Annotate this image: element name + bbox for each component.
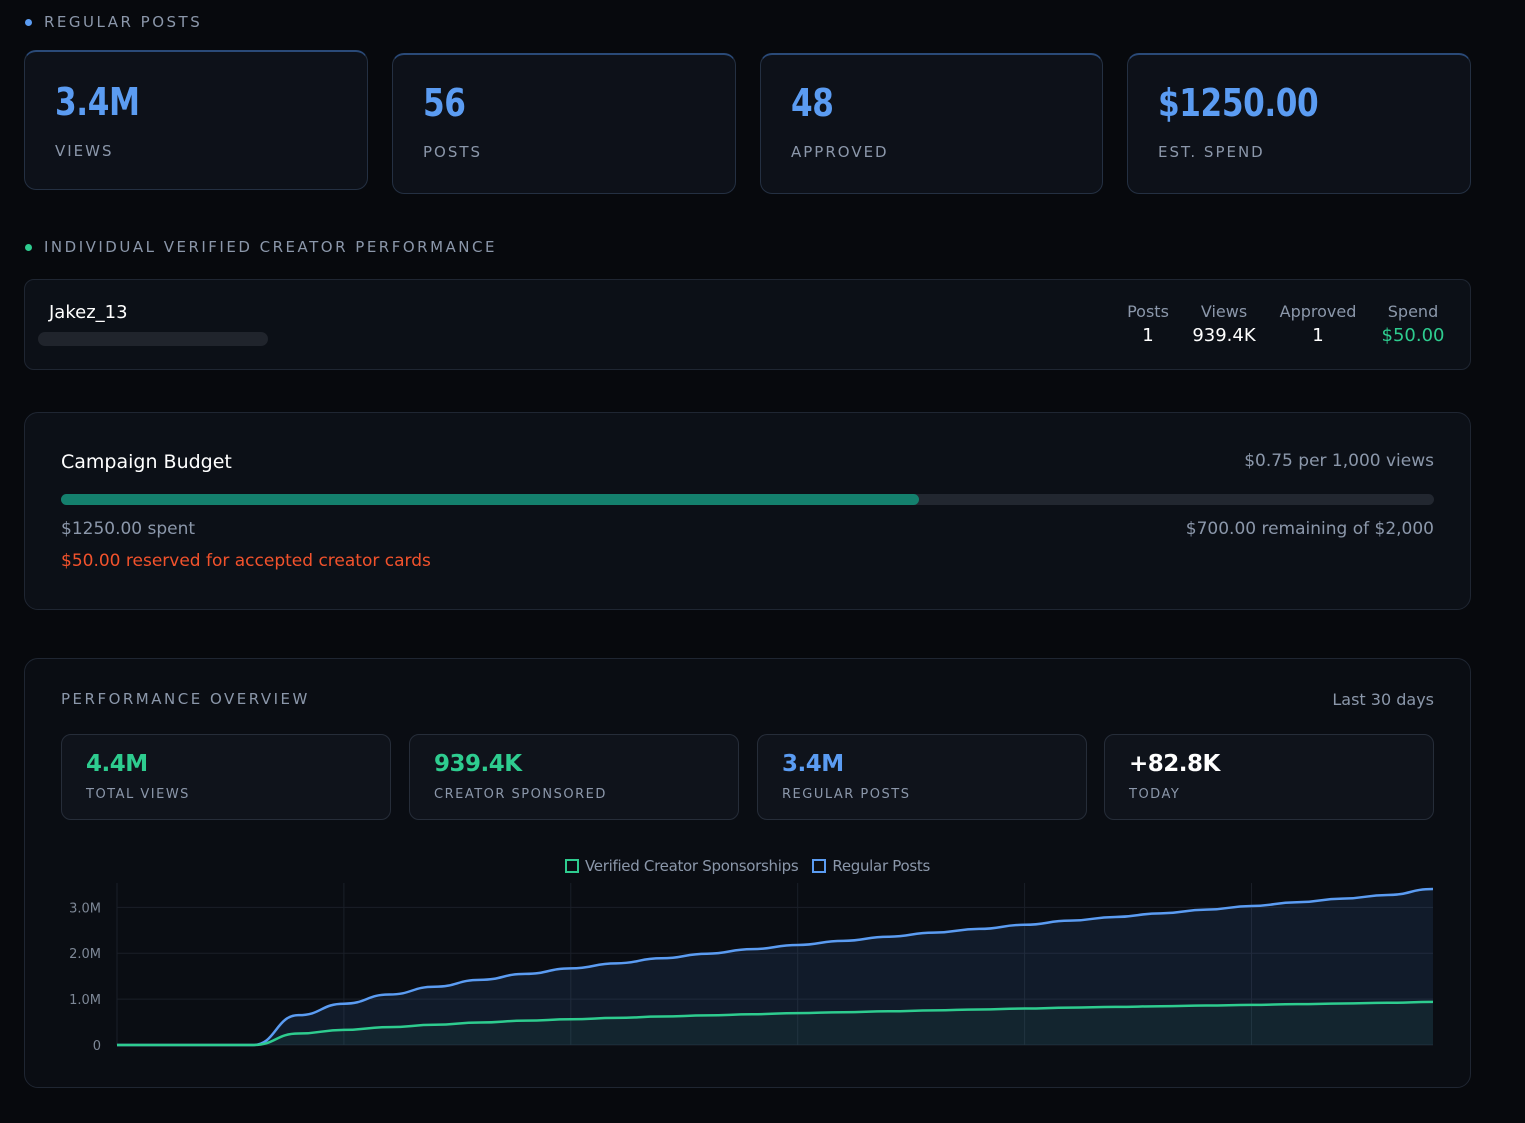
total-views-card: 4.4M TOTAL VIEWS [61,734,391,820]
creator-name[interactable]: Jakez_13 [49,302,128,323]
approved-value: 48 [791,81,834,125]
approved-label: APPROVED [791,143,889,161]
creator-approved-value: 1 [1312,325,1324,346]
creator-posts-value: 1 [1142,325,1154,346]
creator-sponsored-value: 939.4K [434,751,522,777]
posts-label: POSTS [423,143,483,161]
creator-views-stat: Views 939.4K [1189,302,1259,346]
posts-value: 56 [423,81,466,125]
regular-posts-section-label: REGULAR POSTS [25,13,202,31]
views-value: 3.4M [55,80,140,124]
today-value: +82.8K [1129,751,1220,777]
campaign-budget-panel: Campaign Budget $0.75 per 1,000 views $1… [24,412,1471,610]
y-tick-label: 0 [93,1039,101,1054]
creator-spend-stat: Spend $50.00 [1377,302,1449,346]
budget-progress-fill [61,494,920,505]
creator-spend-value: $50.00 [1381,325,1445,346]
est-spend-stat-card: $1250.00 EST. SPEND [1127,53,1471,194]
total-views-value: 4.4M [86,751,148,777]
regular-posts-label: REGULAR POSTS [782,787,911,802]
budget-title: Campaign Budget [61,451,232,473]
performance-overview-panel: PERFORMANCE OVERVIEW Last 30 days 4.4M T… [24,658,1471,1088]
y-tick-label: 2.0M [69,947,101,962]
approved-stat-card: 48 APPROVED [760,53,1103,194]
creator-posts-stat: Posts 1 [1125,302,1171,346]
budget-progress-track [61,494,1434,505]
creator-views-label: Views [1200,302,1248,321]
est-spend-value: $1250.00 [1158,81,1319,125]
performance-title: PERFORMANCE OVERVIEW [61,690,310,708]
legend-swatch-icon [812,859,827,873]
creator-row[interactable]: Jakez_13 Posts 1 Views 939.4K Approved 1… [24,279,1471,370]
views-label: VIEWS [55,142,114,160]
bullet-icon [25,18,32,26]
legend-label: Regular Posts [832,857,930,875]
y-tick-label: 1.0M [69,993,101,1008]
posts-stat-card: 56 POSTS [392,53,736,194]
creator-sponsored-label: CREATOR SPONSORED [434,787,607,802]
budget-reserved: $50.00 reserved for accepted creator car… [61,551,431,571]
today-label: TODAY [1129,787,1181,802]
creator-views-value: 939.4K [1192,325,1256,346]
views-area-chart: 0 1.0M 2.0M 3.0M [69,883,1434,1054]
y-tick-label: 3.0M [69,901,101,916]
regular-posts-value: 3.4M [782,751,844,777]
creator-spend-label: Spend [1387,302,1439,321]
chart-legend: Verified Creator Sponsorships Regular Po… [25,857,1470,875]
budget-spent: $1250.00 spent [61,519,196,539]
est-spend-label: EST. SPEND [1158,143,1265,161]
section-title: INDIVIDUAL VERIFIED CREATOR PERFORMANCE [44,238,497,256]
budget-remaining: $700.00 remaining of $2,000 [1185,519,1434,539]
creator-posts-label: Posts [1127,302,1169,321]
bullet-icon [25,243,32,251]
today-card: +82.8K TODAY [1104,734,1434,820]
section-title: REGULAR POSTS [44,13,203,31]
creator-approved-label: Approved [1279,302,1357,321]
creator-approved-stat: Approved 1 [1279,302,1357,346]
performance-range[interactable]: Last 30 days [1332,690,1434,709]
legend-swatch-icon [565,859,579,873]
legend-item-regular[interactable]: Regular Posts [812,857,930,875]
creator-sponsored-card: 939.4K CREATOR SPONSORED [409,734,739,820]
legend-item-verified[interactable]: Verified Creator Sponsorships [565,857,799,875]
creator-handle-redacted [38,332,268,346]
total-views-label: TOTAL VIEWS [86,787,190,802]
views-stat-card: 3.4M VIEWS [24,50,368,190]
legend-label: Verified Creator Sponsorships [585,857,799,875]
regular-posts-card: 3.4M REGULAR POSTS [757,734,1087,820]
creator-performance-section-label: INDIVIDUAL VERIFIED CREATOR PERFORMANCE [25,238,497,256]
budget-rate: $0.75 per 1,000 views [1244,451,1434,471]
